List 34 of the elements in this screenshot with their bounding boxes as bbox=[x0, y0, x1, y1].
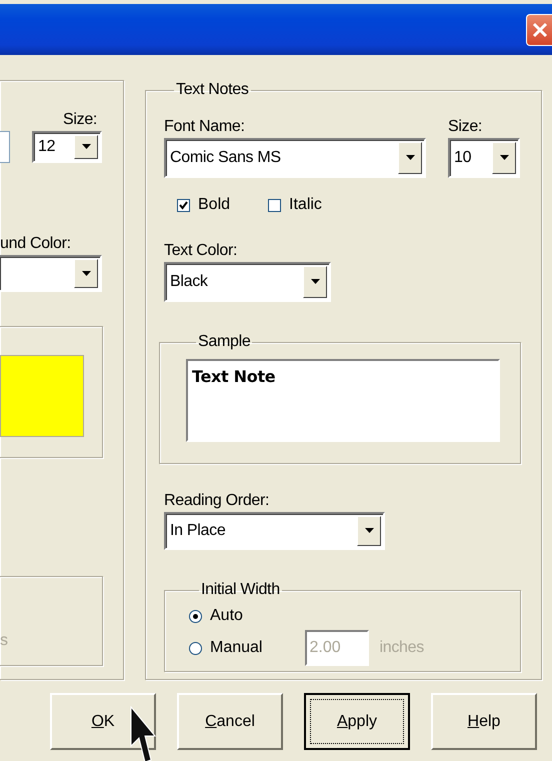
checkmark-icon bbox=[179, 200, 188, 210]
dropdown-arrow-icon bbox=[82, 270, 90, 276]
checkbox[interactable]: Italic bbox=[268, 196, 322, 214]
dialog-button[interactable]: Cancel bbox=[177, 693, 283, 750]
text-color-dropdown[interactable]: Black bbox=[164, 262, 331, 302]
size-label: Size: bbox=[448, 117, 484, 137]
units-label: s bbox=[0, 631, 9, 651]
group-title: Text Notes bbox=[175, 80, 250, 100]
dialog-button[interactable]: Apply bbox=[304, 693, 410, 750]
dropdown-arrow-icon bbox=[364, 528, 374, 534]
size-label: Size: bbox=[63, 111, 98, 128]
font-name-dropdown[interactable]: Comic Sans MS bbox=[164, 138, 426, 178]
reading-order-dropdown[interactable]: In Place bbox=[164, 512, 385, 550]
dialog-button[interactable]: Help bbox=[431, 693, 537, 750]
color-dropdown[interactable] bbox=[0, 255, 102, 292]
size-dropdown[interactable]: 12 bbox=[32, 131, 102, 163]
dropdown-arrow-icon bbox=[82, 144, 90, 150]
text-color-label: Text Color: bbox=[164, 241, 238, 261]
close-button[interactable] bbox=[526, 14, 552, 46]
reading-order-label: Reading Order: bbox=[164, 491, 270, 511]
dropdown-arrow-icon bbox=[310, 279, 320, 285]
checkbox[interactable]: Bold bbox=[177, 196, 230, 214]
font-name-label: Font Name: bbox=[164, 117, 246, 137]
dropdown-arrow-icon bbox=[500, 155, 508, 161]
unit-label: inches bbox=[379, 639, 424, 657]
dropdown-arrow-icon bbox=[406, 155, 414, 161]
sample-text: Text Note bbox=[192, 367, 276, 386]
dropdown-field[interactable] bbox=[0, 131, 10, 163]
size-dropdown[interactable]: 10 bbox=[448, 138, 520, 178]
group-title: Sample bbox=[197, 332, 252, 352]
mouse-pointer-icon bbox=[130, 706, 156, 761]
color-label: und Color: bbox=[0, 235, 71, 252]
close-icon bbox=[532, 22, 548, 38]
group-title: Initial Width bbox=[200, 580, 281, 600]
